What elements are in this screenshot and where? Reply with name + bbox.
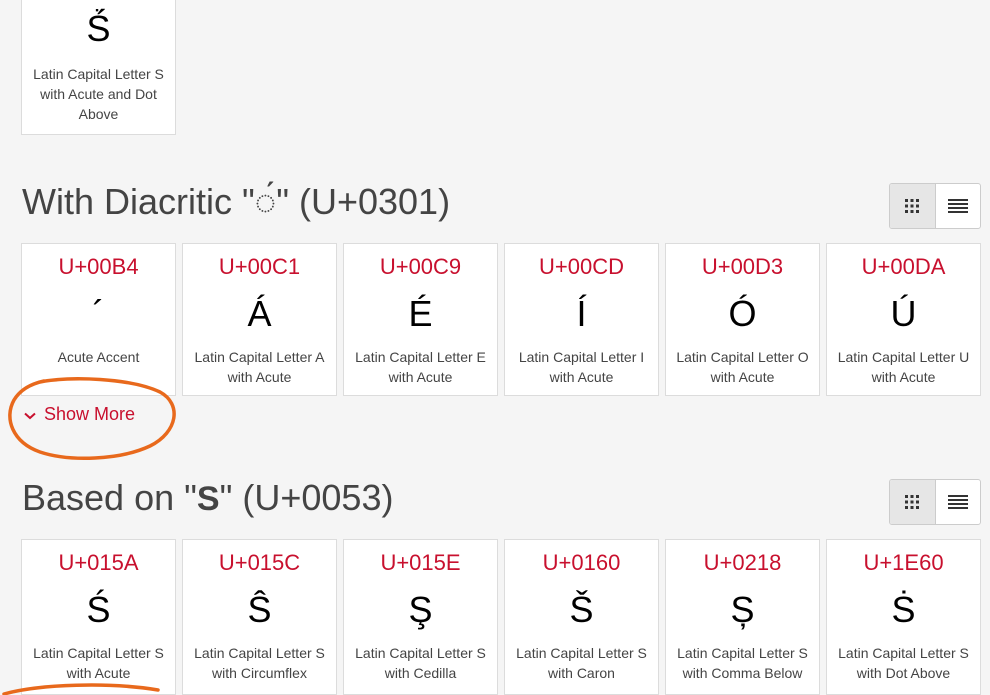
character-card[interactable]: U+00DA Ú Latin Capital Letter U with Acu… xyxy=(826,243,981,396)
character-name: Latin Capital Letter E with Acute xyxy=(355,349,486,385)
character-glyph: Á xyxy=(247,293,272,334)
character-glyph: Ṡ xyxy=(891,589,916,630)
character-glyph: Ú xyxy=(890,293,917,334)
list-view-button[interactable] xyxy=(936,480,981,524)
character-glyph: Ș xyxy=(730,589,755,630)
codepoint: U+00B4 xyxy=(58,254,139,279)
codepoint: U+00C1 xyxy=(218,254,301,279)
codepoint: U+1E60 xyxy=(863,550,944,575)
character-glyph: Ó xyxy=(728,293,757,334)
codepoint: U+0160 xyxy=(542,550,621,575)
character-card[interactable]: U+1E60 Ṡ Latin Capital Letter S with Dot… xyxy=(826,539,981,695)
grid-icon xyxy=(905,199,920,213)
character-name: Latin Capital Letter S with Cedilla xyxy=(355,645,486,681)
codepoint: U+0218 xyxy=(703,550,782,575)
show-more-link[interactable]: Show More xyxy=(24,402,135,426)
view-toggle-diacritic xyxy=(889,183,981,229)
character-name: Latin Capital Letter A with Acute xyxy=(194,349,325,385)
grid-view-button[interactable] xyxy=(890,480,936,524)
character-glyph: ´ xyxy=(92,293,105,334)
character-name: Latin Capital Letter S with Acute and Do… xyxy=(33,66,164,122)
codepoint: U+015A xyxy=(58,550,139,575)
character-card[interactable]: U+00B4 ´ Acute Accent xyxy=(21,243,176,396)
character-glyph: Š xyxy=(569,589,594,630)
character-card[interactable]: U+0160 Š Latin Capital Letter S with Car… xyxy=(504,539,659,695)
character-name: Latin Capital Letter S with Circumflex xyxy=(194,645,325,681)
character-glyph: Ş xyxy=(408,589,433,630)
character-card[interactable]: U+015E Ş Latin Capital Letter S with Ced… xyxy=(343,539,498,695)
character-glyph: É xyxy=(408,293,433,334)
character-glyph: Ṥ xyxy=(86,8,111,49)
character-name: Latin Capital Letter S with Dot Above xyxy=(838,645,969,681)
chevron-down-icon xyxy=(24,402,38,426)
character-glyph: Ś xyxy=(86,589,111,630)
character-card[interactable]: U+0218 Ș Latin Capital Letter S with Com… xyxy=(665,539,820,695)
character-name: Latin Capital Letter S with Caron xyxy=(516,645,647,681)
character-glyph: Í xyxy=(576,293,587,334)
character-card[interactable]: U+015A Ś Latin Capital Letter S with Acu… xyxy=(21,539,176,695)
base-char: S xyxy=(196,480,220,518)
list-icon xyxy=(947,199,968,213)
character-name: Acute Accent xyxy=(57,349,140,365)
codepoint: U+015E xyxy=(380,550,461,575)
grid-icon xyxy=(905,495,920,509)
codepoint: U+00DA xyxy=(861,254,946,279)
character-name: Latin Capital Letter S with Acute xyxy=(33,645,164,681)
character-name: Latin Capital Letter U with Acute xyxy=(837,349,970,385)
character-card[interactable]: U+00C9 É Latin Capital Letter E with Acu… xyxy=(343,243,498,396)
character-card[interactable]: U+00D3 Ó Latin Capital Letter O with Acu… xyxy=(665,243,820,396)
section-title-based-on: Based on "S" (U+0053) xyxy=(22,477,394,518)
character-glyph: Ŝ xyxy=(247,589,272,630)
list-icon xyxy=(947,495,968,509)
character-card[interactable]: U+015C Ŝ Latin Capital Letter S with Cir… xyxy=(182,539,337,695)
show-more-label: Show More xyxy=(44,404,136,424)
codepoint: U+00C9 xyxy=(379,254,462,279)
character-card[interactable]: U+00C1 Á Latin Capital Letter A with Acu… xyxy=(182,243,337,396)
character-name: Latin Capital Letter S with Comma Below xyxy=(677,645,808,681)
character-card-top[interactable]: Ṥ Latin Capital Letter S with Acute and … xyxy=(21,0,176,135)
character-name: Latin Capital Letter O with Acute xyxy=(676,349,809,385)
view-toggle-based-on xyxy=(889,479,981,525)
list-view-button[interactable] xyxy=(936,184,981,228)
codepoint: U+00CD xyxy=(539,254,624,279)
section-title-diacritic: With Diacritic "◌́" (U+0301) xyxy=(22,181,451,222)
grid-view-button[interactable] xyxy=(890,184,936,228)
character-card[interactable]: U+00CD Í Latin Capital Letter I with Acu… xyxy=(504,243,659,396)
diacritic-char: ◌́ xyxy=(254,181,277,222)
codepoint: U+015C xyxy=(218,550,301,575)
character-name: Latin Capital Letter I with Acute xyxy=(518,349,645,385)
codepoint: U+00D3 xyxy=(701,254,784,279)
